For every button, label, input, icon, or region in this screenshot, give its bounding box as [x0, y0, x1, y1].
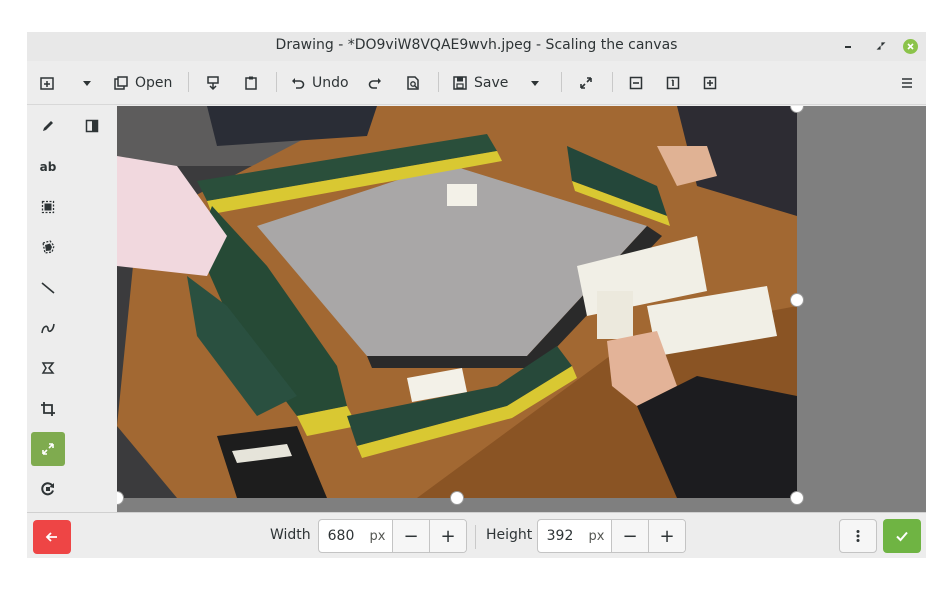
open-icon	[114, 76, 128, 90]
chevron-down-icon	[83, 81, 91, 86]
title-bar: Drawing - *DO9viW8VQAE9wvh.jpeg - Scalin…	[27, 32, 926, 61]
line-icon	[41, 282, 55, 294]
tool-line[interactable]	[31, 271, 65, 305]
scale-options-bar: Width 680 px − + Height 392 px − +	[27, 512, 926, 558]
tool-crop[interactable]	[31, 392, 65, 426]
import-button[interactable]	[205, 70, 221, 96]
new-menu-dropdown[interactable]	[79, 70, 95, 96]
width-value[interactable]: 680	[319, 520, 363, 552]
width-decrease-button[interactable]: −	[392, 520, 429, 552]
width-spinbutton[interactable]: 680 px − +	[318, 519, 467, 553]
save-icon	[453, 76, 467, 90]
height-spinbutton[interactable]: 392 px − +	[537, 519, 686, 553]
text-icon: ab	[39, 160, 57, 174]
app-window: Drawing - *DO9viW8VQAE9wvh.jpeg - Scalin…	[27, 32, 926, 558]
redo-icon	[368, 78, 381, 89]
tool-rotate[interactable]	[31, 472, 65, 506]
width-increase-button[interactable]: +	[429, 520, 466, 552]
height-value[interactable]: 392	[538, 520, 582, 552]
maximize-button[interactable]	[872, 37, 890, 55]
zoom-out-icon	[629, 76, 643, 90]
cancel-button[interactable]	[33, 520, 71, 554]
arrow-left-icon	[45, 532, 57, 542]
rotate-icon	[41, 482, 54, 496]
more-options-button[interactable]	[839, 519, 877, 553]
curve-icon	[41, 323, 55, 334]
tool-scale[interactable]	[31, 432, 65, 466]
bottom-separator	[475, 525, 476, 549]
checkmark-icon	[896, 531, 908, 542]
color-chooser-button[interactable]	[75, 109, 109, 143]
crop-icon	[41, 402, 55, 416]
main-menu-button[interactable]	[899, 70, 915, 96]
vertical-dots-icon	[856, 530, 860, 542]
scale-icon	[42, 443, 54, 455]
height-increase-button[interactable]: +	[648, 520, 685, 552]
new-image-button[interactable]	[39, 70, 55, 96]
width-unit: px	[369, 528, 386, 544]
window-title: Drawing - *DO9viW8VQAE9wvh.jpeg - Scalin…	[275, 37, 678, 53]
zoom-in-button[interactable]	[702, 70, 718, 96]
width-label: Width	[270, 527, 311, 543]
toolbar-separator	[438, 72, 439, 92]
save-menu-dropdown[interactable]	[527, 70, 543, 96]
maximize-icon	[876, 42, 886, 50]
pencil-icon	[43, 121, 53, 131]
tool-curve[interactable]	[31, 311, 65, 345]
toolbar-separator	[612, 72, 613, 92]
apply-button[interactable]	[883, 519, 921, 553]
zoom-out-button[interactable]	[628, 70, 644, 96]
toolbar-separator	[188, 72, 189, 92]
tool-pencil[interactable]	[31, 109, 65, 143]
hamburger-menu-icon	[902, 78, 912, 88]
paste-button[interactable]	[243, 70, 259, 96]
redo-button[interactable]	[367, 70, 383, 96]
height-decrease-button[interactable]: −	[611, 520, 648, 552]
import-icon	[207, 76, 219, 91]
toolbar-separator	[276, 72, 277, 92]
resize-handle-bottom-right[interactable]	[790, 491, 804, 505]
free-select-icon	[42, 240, 55, 254]
minimize-button[interactable]	[839, 37, 857, 55]
color-palette-icon	[85, 119, 99, 133]
new-image-icon	[40, 77, 54, 90]
tool-text[interactable]: ab	[31, 150, 65, 184]
close-icon	[902, 38, 918, 54]
canvas-image	[117, 106, 797, 498]
zoom-original-icon	[666, 76, 680, 90]
print-preview-button[interactable]	[405, 70, 421, 96]
undo-button[interactable]: Undo	[290, 70, 349, 96]
rect-select-icon	[41, 200, 55, 214]
tool-free-selection[interactable]	[31, 230, 65, 264]
resize-handle-bottom[interactable]	[450, 491, 464, 505]
save-label: Save	[474, 75, 509, 91]
save-button[interactable]: Save	[452, 70, 508, 96]
header-toolbar: Open Undo Save	[27, 61, 926, 105]
document-search-icon	[407, 76, 419, 90]
tool-palette: ab	[27, 106, 117, 512]
fullscreen-button[interactable]	[578, 70, 594, 96]
resize-handle-right[interactable]	[790, 293, 804, 307]
close-button[interactable]	[901, 37, 919, 55]
zoom-original-button[interactable]	[665, 70, 681, 96]
zoom-in-icon	[703, 76, 717, 90]
height-label: Height	[486, 527, 533, 543]
toolbar-separator	[561, 72, 562, 92]
tool-free-shape[interactable]	[31, 351, 65, 385]
chevron-down-icon	[531, 81, 539, 86]
undo-label: Undo	[312, 75, 349, 91]
clipboard-icon	[245, 76, 257, 90]
minimize-icon	[845, 46, 851, 48]
canvas-area[interactable]	[117, 106, 926, 512]
tool-rect-selection[interactable]	[31, 190, 65, 224]
open-label: Open	[135, 75, 173, 91]
height-unit: px	[588, 528, 605, 544]
shape-icon	[41, 362, 55, 374]
undo-icon	[292, 78, 305, 89]
open-button[interactable]: Open	[113, 70, 172, 96]
fullscreen-icon	[580, 77, 592, 89]
